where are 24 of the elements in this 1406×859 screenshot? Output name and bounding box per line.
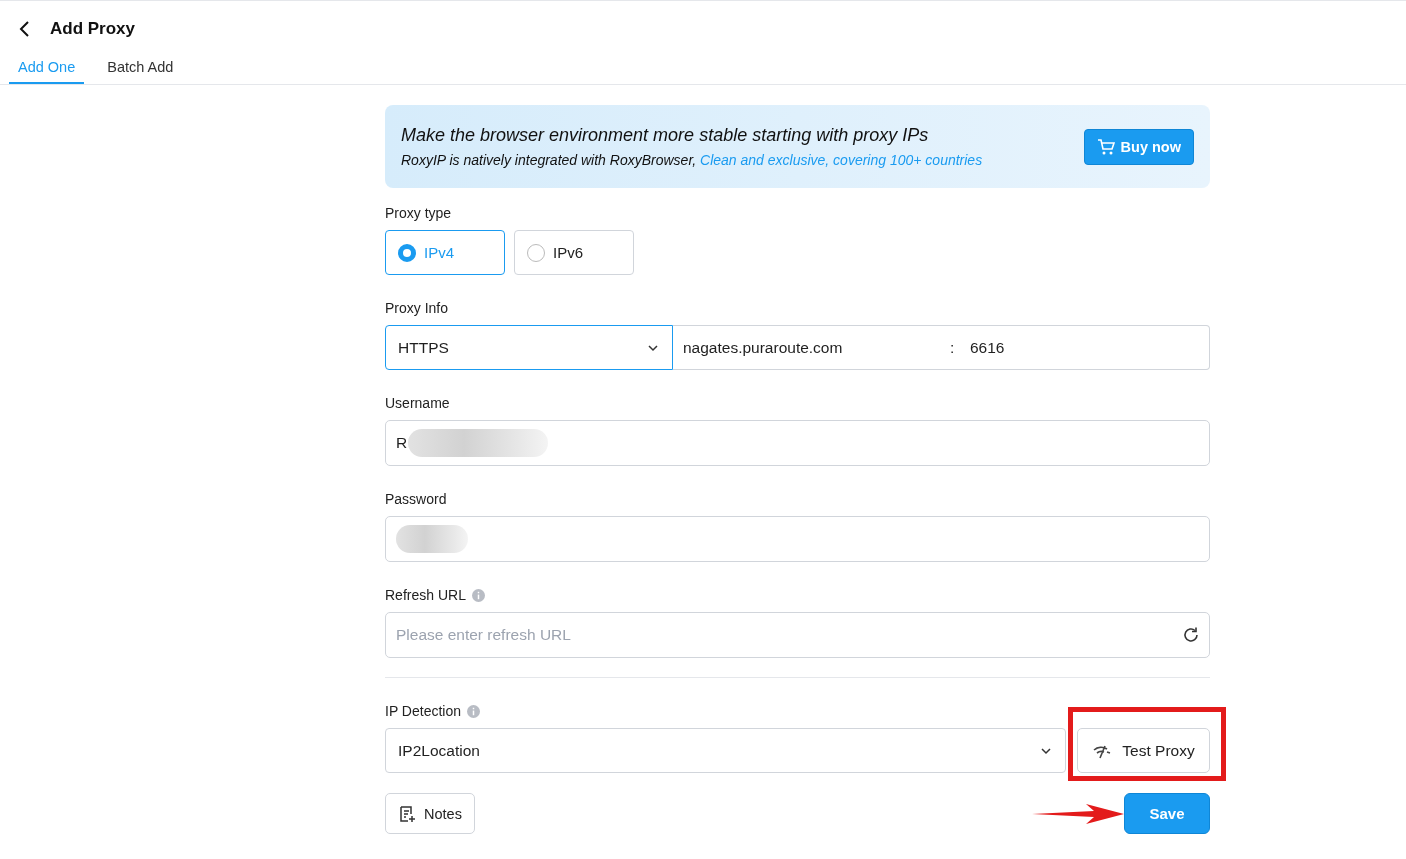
info-icon <box>471 589 485 602</box>
cart-icon <box>1096 137 1115 156</box>
protocol-select[interactable]: HTTPS <box>385 325 673 370</box>
refresh-url-field[interactable]: Please enter refresh URL <box>385 612 1210 658</box>
test-proxy-button[interactable]: Test Proxy <box>1077 728 1210 773</box>
field-label: Proxy Info <box>385 300 450 317</box>
ip-detection-select[interactable]: IP2Location <box>385 728 1066 773</box>
info-icon <box>467 705 480 718</box>
field-label: Username <box>385 395 451 412</box>
notes-icon <box>398 804 416 823</box>
password-field[interactable] <box>385 516 1210 562</box>
field-label: Refresh URL <box>385 587 466 604</box>
username-field[interactable]: R <box>385 420 1210 466</box>
radio-option[interactable]: IPv6 <box>514 230 634 275</box>
notes-button[interactable]: Notes <box>385 793 475 834</box>
refresh-icon[interactable] <box>1182 626 1200 644</box>
field-label: Proxy type <box>385 205 453 222</box>
field-label: Password <box>385 491 448 508</box>
field-label: IP Detection <box>385 703 461 720</box>
banner-headline: Make the browser environment more stable starting with proxy IPs <box>401 125 930 146</box>
page-title: Add Proxy <box>50 19 136 39</box>
tab[interactable]: Batch Add <box>98 55 183 84</box>
banner-text: RoxyIP is natively integrated with RoxyBrowser, Clean and exclusive, covering 100+ countries <box>401 152 983 168</box>
host-port-field[interactable]: nagates.puraroute.com : 6616 <box>673 325 1210 370</box>
